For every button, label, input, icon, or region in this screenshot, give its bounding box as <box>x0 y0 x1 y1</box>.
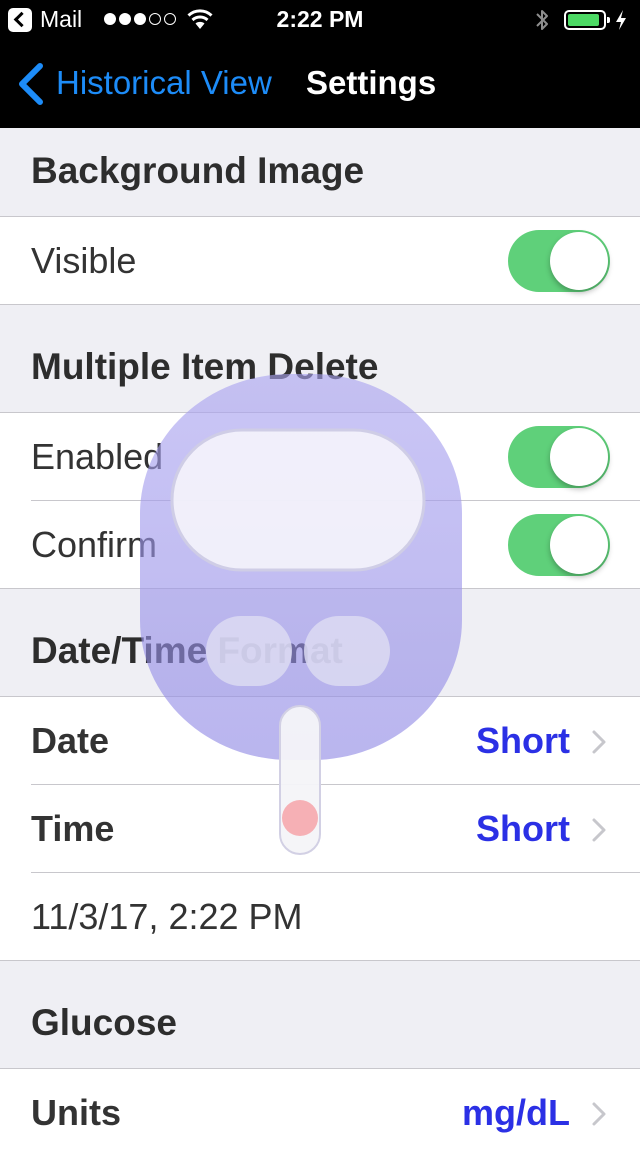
page-title: Settings <box>306 64 437 101</box>
toggle-knob <box>550 516 608 574</box>
section-header-multiple-item-delete: Multiple Item Delete <box>31 346 379 387</box>
charging-bolt-icon <box>616 10 626 30</box>
visible-toggle[interactable] <box>508 230 610 292</box>
battery-icon <box>564 10 610 30</box>
battery-level <box>568 14 599 26</box>
row-time-format[interactable]: Time Short <box>0 785 640 873</box>
row-date-time-preview: 11/3/17, 2:22 PM <box>0 873 640 961</box>
row-label: Confirm <box>31 524 158 565</box>
time-format-value: Short <box>476 808 570 849</box>
status-bar: Mail 2:22 PM <box>0 0 640 40</box>
row-label: Date <box>31 720 110 761</box>
section-header-date-time-format: Date/Time Format <box>31 630 343 671</box>
date-format-value: Short <box>476 720 570 761</box>
glucose-units-value: mg/dL <box>462 1092 570 1133</box>
toggle-knob <box>550 232 608 290</box>
divider <box>0 588 640 589</box>
divider <box>0 960 640 961</box>
chevron-left-icon[interactable] <box>16 62 46 106</box>
bluetooth-icon <box>536 10 548 30</box>
row-background-visible: Visible <box>0 217 640 305</box>
date-time-preview: 11/3/17, 2:22 PM <box>31 896 303 937</box>
row-delete-confirm: Confirm <box>0 501 640 589</box>
row-label: Enabled <box>31 436 164 477</box>
row-label: Units <box>31 1092 121 1133</box>
toggle-knob <box>550 428 608 486</box>
chevron-right-icon <box>592 1102 606 1126</box>
row-label: Visible <box>31 240 137 281</box>
row-glucose-units[interactable]: Units mg/dL <box>0 1069 640 1157</box>
navigation-bar: Historical View Settings <box>0 40 640 128</box>
row-date-format[interactable]: Date Short <box>0 697 640 785</box>
enabled-toggle[interactable] <box>508 426 610 488</box>
back-button[interactable]: Historical View <box>56 64 272 102</box>
chevron-right-icon <box>592 730 606 754</box>
divider <box>0 304 640 305</box>
confirm-toggle[interactable] <box>508 514 610 576</box>
divider <box>31 500 640 501</box>
row-label: Time <box>31 808 115 849</box>
section-header-background-image: Background Image <box>31 150 365 191</box>
row-delete-enabled: Enabled <box>0 413 640 501</box>
chevron-right-icon <box>592 818 606 842</box>
section-header-glucose: Glucose <box>31 1002 177 1043</box>
